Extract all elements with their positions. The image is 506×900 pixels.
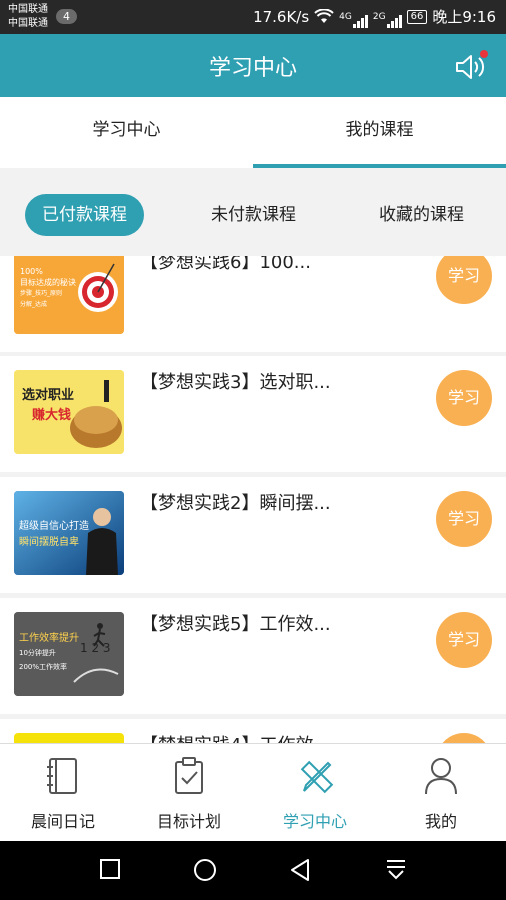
filter-paid-courses[interactable]: 已付款课程 (25, 194, 144, 236)
carrier-2: 中国联通 (8, 18, 48, 29)
thumb-text: 赚大钱 (32, 408, 72, 423)
study-button[interactable]: 学习 (436, 612, 492, 668)
course-thumbnail (14, 733, 124, 743)
course-title: 【梦想实践4】工作效... (140, 731, 331, 743)
back-icon[interactable] (288, 857, 312, 883)
course-filters: 已付款课程 未付款课程 收藏的课程 (0, 168, 506, 256)
screen: 中国联通 中国联通 4 17.6K/s 4G 2G 66 晚上9:16 学习中心 (0, 0, 506, 900)
clipboard-check-icon (175, 757, 203, 794)
wifi-icon (314, 9, 334, 23)
course-list: 100% 目标达成的秘诀 步骤_技巧_原则 分解_达成 【梦想实践6】100..… (0, 256, 506, 743)
course-row[interactable]: 选对职业 赚大钱 【梦想实践3】选对职... 学习 (0, 356, 506, 472)
nav-label: 学习中心 (282, 812, 347, 831)
bottom-navigation: 晨间日记 目标计划 学习中心 我的 (0, 743, 506, 841)
course-title: 【梦想实践2】瞬间摆... (140, 493, 331, 514)
network-speed: 17.6K/s (253, 8, 310, 26)
thumb-text: 100% (20, 267, 43, 276)
thumb-text: 选对职业 (22, 388, 75, 403)
course-thumbnail: 超级自信心打造 瞬间摆脱自卑 (14, 491, 124, 575)
recent-apps-icon[interactable] (98, 857, 122, 881)
unread-dot (480, 50, 488, 58)
status-bar: 中国联通 中国联通 4 17.6K/s 4G 2G 66 晚上9:16 (0, 0, 506, 34)
course-title: 【梦想实践6】100... (140, 256, 311, 273)
study-button[interactable]: 学习 (436, 370, 492, 426)
signal-4g-label: 4G (339, 12, 352, 22)
home-icon[interactable] (192, 857, 218, 883)
system-navigation-bar (0, 841, 506, 900)
nav-label: 我的 (424, 812, 457, 831)
thumb-text: 200%工作效率 (19, 663, 68, 671)
battery-icon: 66 (406, 10, 428, 24)
filter-unpaid-courses[interactable]: 未付款课程 (194, 194, 313, 236)
thumb-text: 瞬间摆脱自卑 (19, 537, 79, 548)
notification-pulldown-icon[interactable] (384, 857, 408, 883)
thumb-text: 10分钟提升 (19, 649, 56, 657)
nav-label: 晨间日记 (30, 812, 95, 831)
study-button[interactable]: 学习 (436, 256, 492, 304)
course-title: 【梦想实践3】选对职... (140, 372, 331, 393)
study-button[interactable]: 学习 (436, 733, 492, 743)
signal-4g-icon: 4G (339, 6, 368, 28)
pencil-ruler-icon (300, 760, 334, 794)
nav-study-center[interactable]: 学习中心 (252, 744, 378, 842)
tab-my-courses[interactable]: 我的课程 (253, 97, 506, 168)
nav-label: 目标计划 (156, 812, 221, 831)
course-row[interactable]: 1 2 3 工作效率提升 10分钟提升 200%工作效率 【梦想实践5】工作效.… (0, 598, 506, 714)
signal-2g-icon: 2G (373, 6, 402, 28)
person-icon (425, 758, 457, 795)
study-button[interactable]: 学习 (436, 491, 492, 547)
notification-count-badge: 4 (56, 9, 77, 24)
clock: 晚上9:16 (432, 8, 496, 26)
course-row[interactable]: 超级自信心打造 瞬间摆脱自卑 【梦想实践2】瞬间摆... 学习 (0, 477, 506, 593)
nav-morning-diary[interactable]: 晨间日记 (0, 744, 126, 842)
tab-study-center[interactable]: 学习中心 (0, 97, 253, 168)
course-row[interactable]: 100% 目标达成的秘诀 步骤_技巧_原则 分解_达成 【梦想实践6】100..… (0, 256, 506, 352)
thumb-text: 工作效率提升 (19, 633, 79, 644)
course-thumbnail: 1 2 3 工作效率提升 10分钟提升 200%工作效率 (14, 612, 124, 696)
signal-2g-label: 2G (372, 12, 386, 22)
course-tabs: 学习中心 我的课程 (0, 97, 506, 168)
carrier-1: 中国联通 (8, 4, 48, 15)
course-thumbnail: 100% 目标达成的秘诀 步骤_技巧_原则 分解_达成 (14, 256, 124, 334)
filter-favorite-courses[interactable]: 收藏的课程 (362, 194, 481, 236)
thumb-text: 分解_达成 (20, 301, 48, 308)
course-thumbnail: 选对职业 赚大钱 (14, 370, 124, 454)
course-row[interactable]: 【梦想实践4】工作效... 学习 (0, 719, 506, 743)
thumb-text: 步骤_技巧_原则 (20, 290, 63, 297)
carrier-info: 中国联通 中国联通 (8, 3, 48, 31)
app-header: 学习中心 (0, 34, 506, 97)
status-right: 17.6K/s 4G 2G 66 晚上9:16 (253, 6, 496, 28)
nav-goal-plan[interactable]: 目标计划 (126, 744, 252, 842)
page-title: 学习中心 (208, 56, 297, 81)
thumb-text: 超级自信心打造 (19, 521, 89, 532)
diary-icon (47, 758, 77, 794)
thumb-text: 目标达成的秘诀 (20, 278, 76, 287)
course-title: 【梦想实践5】工作效... (140, 614, 331, 635)
nav-profile[interactable]: 我的 (378, 744, 504, 842)
